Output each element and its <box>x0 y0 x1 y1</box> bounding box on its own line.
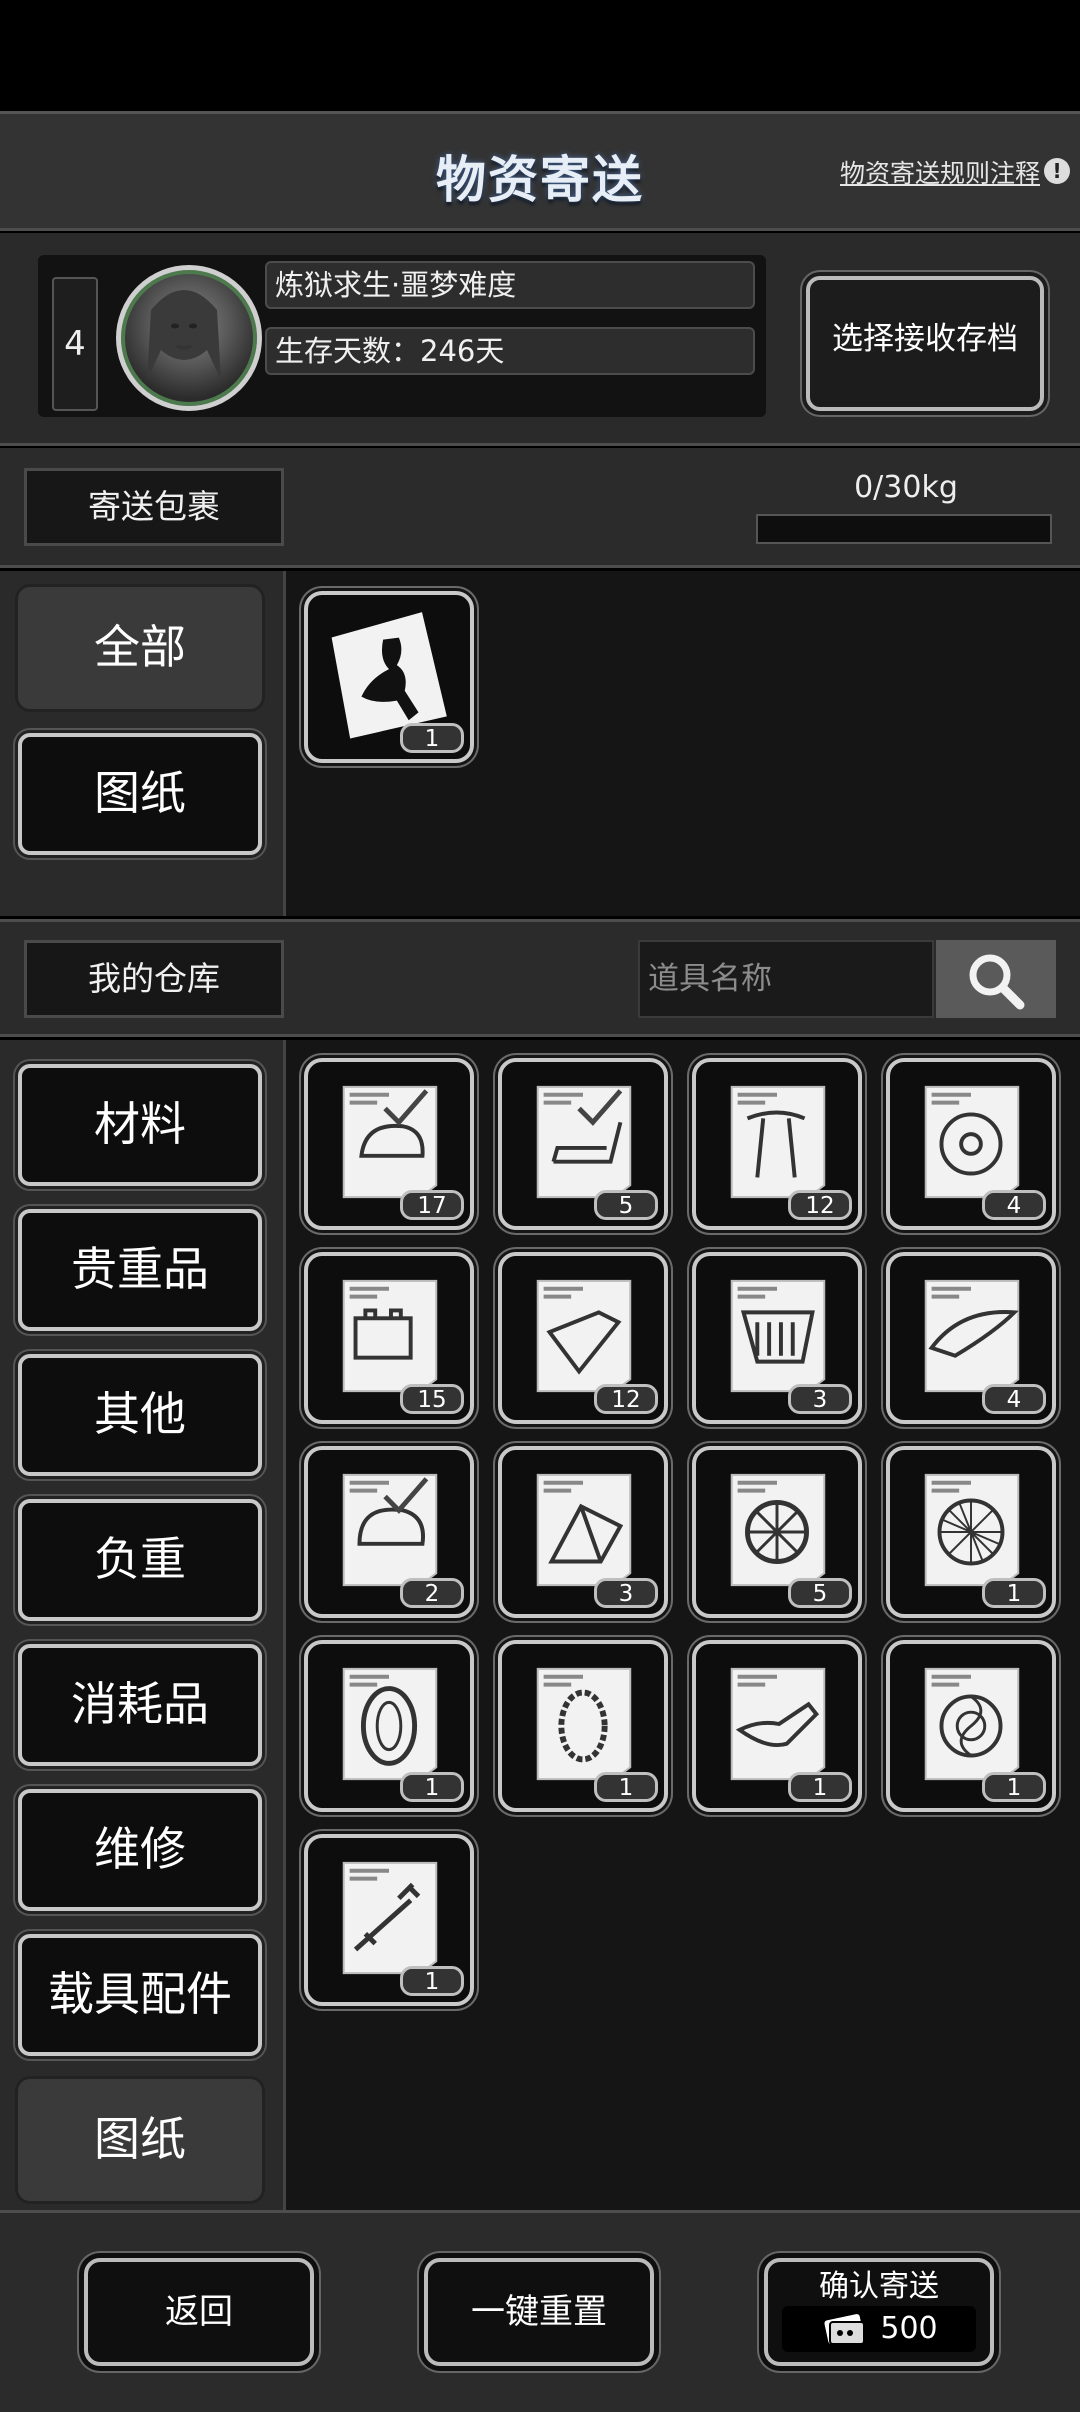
warehouse-item-tile[interactable]: 1 <box>498 1640 668 1812</box>
difficulty-field: 炼狱求生·噩梦难度 <box>265 261 755 309</box>
category-consumables[interactable]: 消耗品 <box>18 1644 262 1766</box>
category-repair[interactable]: 维修 <box>18 1789 262 1911</box>
item-count-badge: 3 <box>788 1384 852 1414</box>
blueprint-handlebar-icon <box>730 1085 826 1199</box>
warehouse-item-tile[interactable]: 3 <box>692 1252 862 1424</box>
warehouse-item-tile[interactable]: 5 <box>498 1058 668 1230</box>
rules-link[interactable]: 物资寄送规则注释 <box>840 154 1040 190</box>
blueprint-disc-icon <box>924 1667 1020 1781</box>
warehouse-item-tile[interactable]: 1 <box>304 1834 474 2006</box>
blueprint-rim-icon <box>924 1085 1020 1199</box>
package-category-blueprint[interactable]: 图纸 <box>18 733 262 855</box>
package-category-list: 全部 图纸 <box>0 571 286 916</box>
search-button[interactable] <box>936 940 1056 1018</box>
category-load[interactable]: 负重 <box>18 1499 262 1621</box>
item-count-badge: 17 <box>400 1190 464 1220</box>
warehouse-item-tile[interactable]: 1 <box>304 1640 474 1812</box>
blueprint-spoke-wheel-icon <box>924 1473 1020 1587</box>
blueprint-wheel-icon <box>730 1473 826 1587</box>
warehouse-item-tile[interactable]: 3 <box>498 1446 668 1618</box>
category-other[interactable]: 其他 <box>18 1354 262 1476</box>
item-count-badge: 1 <box>400 1772 464 1802</box>
warehouse-area: 材料 贵重品 其他 负重 消耗品 维修 载具配件 图纸 17 5 12 4 15 12 3 4… <box>0 1040 1080 2210</box>
profile-panel: 4 炼狱求生·噩梦难度 生存天数：246天 选择接收存档 <box>0 233 1080 446</box>
item-count-badge: 4 <box>982 1384 1046 1414</box>
blueprint-tire2-icon <box>536 1667 632 1781</box>
warehouse-item-tile[interactable]: 4 <box>886 1252 1056 1424</box>
warehouse-item-tile[interactable]: 4 <box>886 1058 1056 1230</box>
warehouse-item-tile[interactable]: 1 <box>886 1640 1056 1812</box>
item-count-badge: 3 <box>594 1578 658 1608</box>
item-count-badge: 12 <box>788 1190 852 1220</box>
warehouse-item-tile[interactable]: 1 <box>692 1640 862 1812</box>
item-count-badge: 4 <box>982 1190 1046 1220</box>
search-icon <box>969 954 1025 1010</box>
item-count-badge: 1 <box>982 1578 1046 1608</box>
save-card: 4 炼狱求生·噩梦难度 生存天数：246天 <box>38 255 766 417</box>
warehouse-item-tile[interactable]: 2 <box>304 1446 474 1618</box>
item-count-badge: 15 <box>400 1384 464 1414</box>
save-slot-number: 4 <box>52 277 98 411</box>
warehouse-header: 我的仓库 <box>0 919 1080 1037</box>
blueprint-frame-icon <box>536 1473 632 1587</box>
blueprint-helmet2-icon <box>342 1473 438 1587</box>
item-count-badge: 1 <box>594 1772 658 1802</box>
reset-button[interactable]: 一键重置 <box>424 2258 654 2366</box>
warehouse-category-list: 材料 贵重品 其他 负重 消耗品 维修 载具配件 图纸 <box>0 1040 286 2210</box>
item-count-badge: 1 <box>788 1772 852 1802</box>
warehouse-label: 我的仓库 <box>24 940 284 1018</box>
confirm-send-button[interactable]: 确认寄送 500 <box>764 2258 994 2366</box>
ticket-icon <box>824 2313 866 2345</box>
warehouse-item-tile[interactable]: 12 <box>498 1252 668 1424</box>
item-count-badge: 2 <box>400 1578 464 1608</box>
item-count-badge: 12 <box>594 1384 658 1414</box>
package-area: 全部 图纸 1 <box>0 571 1080 916</box>
warehouse-item-tile[interactable]: 1 <box>886 1446 1056 1618</box>
blueprint-tire-icon <box>342 1667 438 1781</box>
blueprint-seat-icon <box>536 1085 632 1199</box>
select-receive-save-button[interactable]: 选择接收存档 <box>806 276 1044 411</box>
survival-days-field: 生存天数：246天 <box>265 327 755 375</box>
warehouse-item-tile[interactable]: 17 <box>304 1058 474 1230</box>
package-label: 寄送包裹 <box>24 468 284 546</box>
blueprint-fender-icon <box>924 1279 1020 1393</box>
blueprint-pedal-icon <box>730 1667 826 1781</box>
blueprint-helmet-icon <box>342 1085 438 1199</box>
blueprint-battery-icon <box>342 1279 438 1393</box>
blueprint-basket-icon <box>730 1279 826 1393</box>
avatar <box>116 265 262 411</box>
category-valuables[interactable]: 贵重品 <box>18 1209 262 1331</box>
category-materials[interactable]: 材料 <box>18 1064 262 1186</box>
package-item-tile[interactable]: 1 <box>304 591 474 763</box>
item-count-badge: 1 <box>400 723 464 753</box>
warehouse-item-tile[interactable]: 5 <box>692 1446 862 1618</box>
item-search-input[interactable] <box>638 940 934 1018</box>
warehouse-item-tile[interactable]: 15 <box>304 1252 474 1424</box>
item-count-badge: 5 <box>788 1578 852 1608</box>
item-count-badge: 1 <box>400 1966 464 1996</box>
blueprint-fork-icon <box>536 1279 632 1393</box>
category-vehicle-parts[interactable]: 载具配件 <box>18 1934 262 2056</box>
warehouse-item-tile[interactable]: 12 <box>692 1058 862 1230</box>
title-bar: 物资寄送 物资寄送规则注释 ! <box>0 111 1080 231</box>
blueprint-syringe-icon <box>342 1861 438 1975</box>
package-header: 寄送包裹 0/30kg <box>0 448 1080 568</box>
cost-box: 500 <box>782 2306 976 2352</box>
confirm-send-label: 确认寄送 <box>819 2269 939 2304</box>
package-category-all[interactable]: 全部 <box>18 587 262 709</box>
weight-bar <box>756 514 1052 544</box>
category-blueprint[interactable]: 图纸 <box>18 2079 262 2201</box>
cost-value: 500 <box>880 2311 938 2346</box>
weight-text: 0/30kg <box>854 470 958 505</box>
footer-bar: 返回 一键重置 确认寄送 500 <box>0 2210 1080 2412</box>
blueprint-rabbit-icon <box>331 612 447 739</box>
back-button[interactable]: 返回 <box>84 2258 314 2366</box>
item-count-badge: 5 <box>594 1190 658 1220</box>
info-icon[interactable]: ! <box>1044 158 1070 184</box>
item-count-badge: 1 <box>982 1772 1046 1802</box>
